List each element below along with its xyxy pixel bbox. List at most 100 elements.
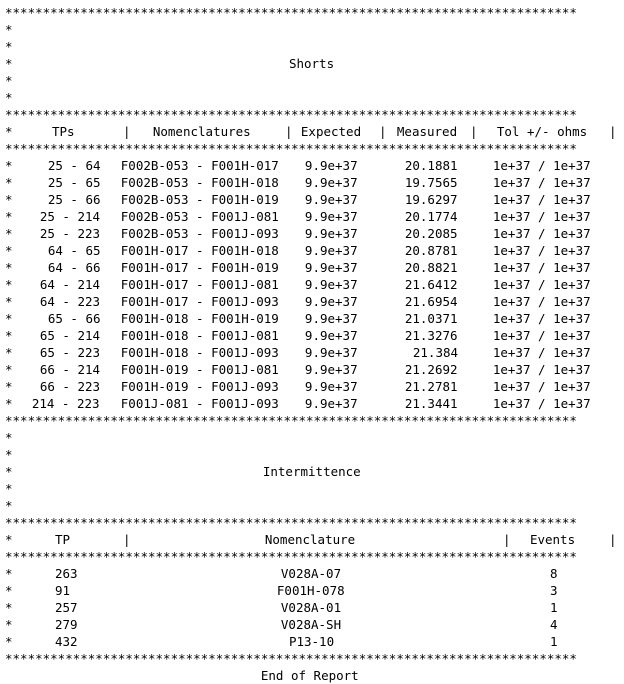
intermittence-header-row: * TP | Nomenclature | Events | [0,531,624,548]
shorts-cell-expected: 9.9e+37 [304,243,358,258]
row-marker: * [5,447,13,462]
separator-text: ****************************************… [5,141,577,156]
row-marker: * [5,124,13,139]
shorts-cell-tps: 64 - 65 [47,243,101,258]
table-row: * 64 - 66 F001H-017 - F001H-019 9.9e+37 20.8… [0,259,624,276]
row-marker: * [5,260,13,275]
end-of-report-label: End of Report [260,668,359,683]
shorts-spacer-3: * [0,72,624,89]
table-row: * 25 - 64 F002B-053 - F001H-017 9.9e+37 20.1… [0,157,624,174]
table-row: * 25 - 65 F002B-053 - F001H-018 9.9e+37 19.7… [0,174,624,191]
shorts-cell-measured: 20.8781 [404,243,458,258]
row-marker: * [5,532,13,547]
intermittence-header-tp: TP [54,532,71,547]
intermittence-header-nomenclature: Nomenclature [264,532,356,547]
row-marker: * [5,311,13,326]
shorts-spacer-1: * [0,21,624,38]
row-marker: * [5,209,13,224]
shorts-header-expected: Expected [300,124,362,139]
shorts-cell-expected: 9.9e+37 [304,294,358,309]
table-row: * 25 - 214 F002B-053 - F001J-081 9.9e+37 20.… [0,208,624,225]
shorts-cell-expected: 9.9e+37 [304,396,358,411]
shorts-cell-nomenclatures: F001H-017 - F001H-018 [120,243,279,258]
shorts-cell-nomenclatures: F001H-019 - F001J-081 [120,362,279,377]
shorts-header-divider-3: | [378,124,387,139]
shorts-cell-tps: 66 - 214 [39,362,101,377]
shorts-cell-measured: 21.384 [412,345,459,360]
intermittence-header-divider-2: | [502,532,511,547]
table-row: * 263 V028A-07 8 [0,565,624,582]
intermittence-cell-nomenclature: V028A-01 [280,600,342,615]
intermittence-cell-tp: 279 [55,617,78,632]
shorts-title: Shorts [288,56,335,71]
shorts-cell-measured: 20.8821 [404,260,458,275]
row-marker: * [5,634,13,649]
shorts-cell-measured: 21.6954 [404,294,458,309]
shorts-top-separator: ****************************************… [0,4,624,21]
shorts-cell-tps: 25 - 223 [39,226,101,241]
table-row: * 25 - 66 F002B-053 - F001H-019 9.9e+37 19.6… [0,191,624,208]
shorts-cell-tolerance: 1e+37 / 1e+37 [492,158,591,173]
shorts-cell-tolerance: 1e+37 / 1e+37 [492,277,591,292]
table-row: * 64 - 214 F001H-017 - F001J-081 9.9e+37 21.… [0,276,624,293]
shorts-cell-nomenclatures: F001H-017 - F001H-019 [120,260,279,275]
shorts-header-row: * TPs | Nomenclatures | Expected | Measured | Tol… [0,123,624,140]
shorts-cell-tps: 214 - 223 [31,396,100,411]
table-row: * 64 - 65 F001H-017 - F001H-018 9.9e+37 20.8… [0,242,624,259]
shorts-cell-tolerance: 1e+37 / 1e+37 [492,396,591,411]
table-row: * 65 - 66 F001H-018 - F001H-019 9.9e+37 21.0… [0,310,624,327]
row-marker: * [5,90,13,105]
shorts-cell-tolerance: 1e+37 / 1e+37 [492,328,591,343]
intermittence-cell-nomenclature: V028A-SH [280,617,342,632]
shorts-cell-measured: 19.7565 [404,175,458,190]
row-marker: * [5,430,13,445]
shorts-header-divider-5: | [608,124,617,139]
shorts-cell-tps: 64 - 214 [39,277,101,292]
shorts-cell-nomenclatures: F002B-053 - F001H-017 [120,158,279,173]
intermittence-header-divider-3: | [608,532,617,547]
row-marker: * [5,481,13,496]
shorts-cell-nomenclatures: F001H-017 - F001J-081 [120,277,279,292]
row-marker: * [5,39,13,54]
shorts-cell-tolerance: 1e+37 / 1e+37 [492,243,591,258]
intermittence-header-bottom-separator: ****************************************… [0,548,624,565]
shorts-header-bottom-separator: ****************************************… [0,140,624,157]
shorts-cell-measured: 20.2085 [404,226,458,241]
shorts-header-top-separator: ****************************************… [0,106,624,123]
shorts-cell-tps: 65 - 214 [39,328,101,343]
shorts-cell-nomenclatures: F002B-053 - F001H-019 [120,192,279,207]
shorts-cell-tps: 64 - 223 [39,294,101,309]
shorts-cell-expected: 9.9e+37 [304,345,358,360]
shorts-cell-nomenclatures: F001H-018 - F001J-081 [120,328,279,343]
shorts-header-nomenclatures: Nomenclatures [152,124,251,139]
row-marker: * [5,73,13,88]
shorts-cell-nomenclatures: F001J-081 - F001J-093 [120,396,279,411]
shorts-cell-tolerance: 1e+37 / 1e+37 [492,345,591,360]
shorts-cell-tolerance: 1e+37 / 1e+37 [492,379,591,394]
shorts-cell-tps: 25 - 65 [47,175,101,190]
shorts-cell-tps: 66 - 223 [39,379,101,394]
row-marker: * [5,396,13,411]
shorts-cell-tps: 25 - 66 [47,192,101,207]
shorts-bottom-separator: ****************************************… [0,412,624,429]
intermittence-cell-tp: 263 [55,566,78,581]
intermittence-cell-events: 8 [549,566,558,581]
table-row: * 214 - 223 F001J-081 - F001J-093 9.9e+37 21… [0,395,624,412]
row-marker: * [5,345,13,360]
shorts-cell-expected: 9.9e+37 [304,158,358,173]
shorts-cell-expected: 9.9e+37 [304,260,358,275]
row-marker: * [5,328,13,343]
intermittence-header-top-separator: ****************************************… [0,514,624,531]
separator-text: ****************************************… [5,5,577,20]
shorts-spacer-2: * [0,38,624,55]
shorts-cell-tolerance: 1e+37 / 1e+37 [492,175,591,190]
row-marker: * [5,226,13,241]
intermittence-spacer-3: * [0,480,624,497]
shorts-cell-measured: 21.0371 [404,311,458,326]
shorts-cell-measured: 21.3276 [404,328,458,343]
intermittence-cell-tp: 91 [55,583,71,598]
table-row: * 64 - 223 F001H-017 - F001J-093 9.9e+37 21.… [0,293,624,310]
intermittence-cell-tp: 432 [55,634,78,649]
shorts-cell-expected: 9.9e+37 [304,311,358,326]
shorts-cell-tps: 25 - 214 [39,209,101,224]
